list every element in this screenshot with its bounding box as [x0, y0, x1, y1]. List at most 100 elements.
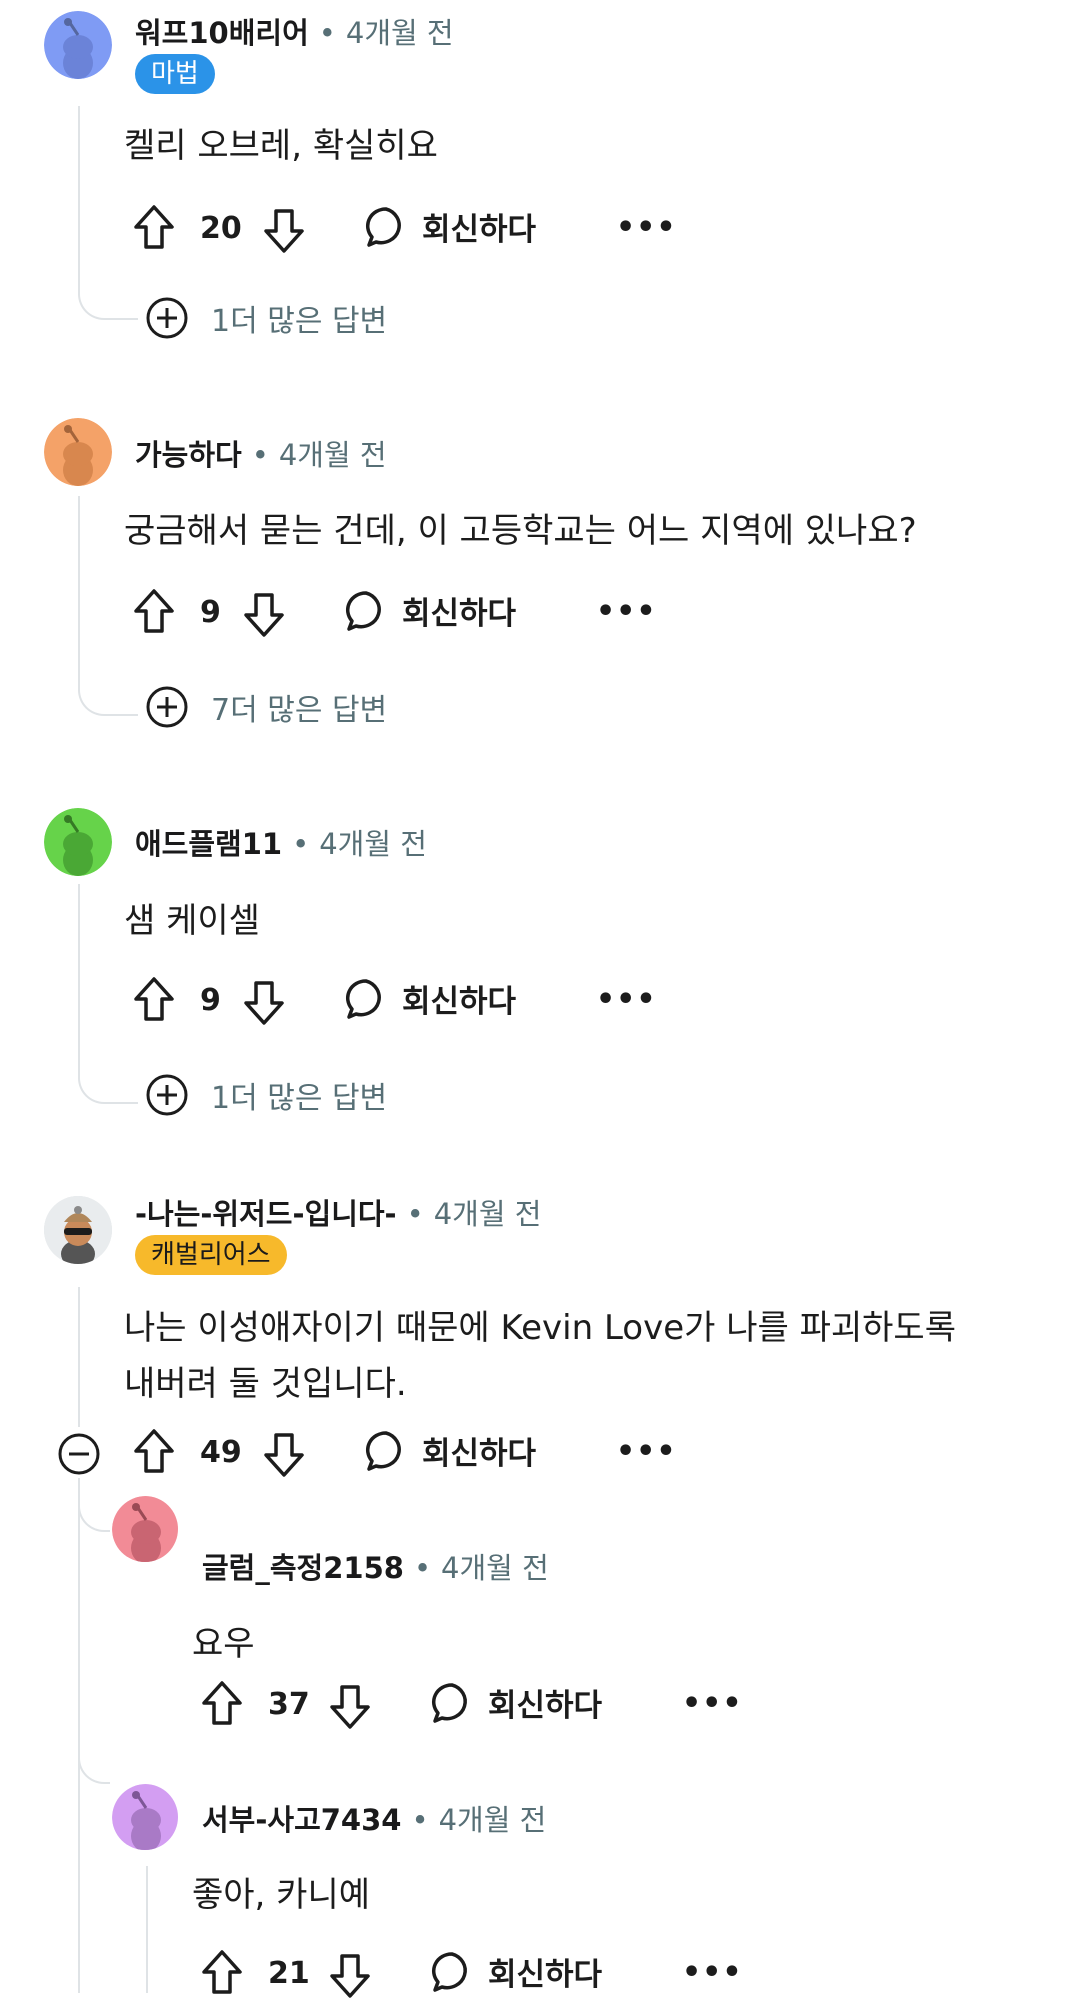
thread-line[interactable] — [78, 496, 80, 682]
comment-body: 샘 케이셀 — [124, 901, 260, 941]
downvote-button[interactable] — [262, 1432, 306, 1482]
more-replies-button[interactable]: 1더 많은 답변 — [145, 296, 387, 340]
plus-circle-icon — [146, 686, 188, 728]
upvote-button[interactable] — [200, 1680, 244, 1730]
reply-label: 회신하다 — [422, 212, 537, 248]
username[interactable]: 가능하다 — [135, 432, 242, 474]
arrow-up-icon — [134, 589, 174, 633]
separator-dot: • — [411, 1803, 429, 1837]
arrow-down-icon — [330, 1685, 370, 1729]
user-flair: 마법 — [135, 54, 215, 94]
timestamp: 4개월 전 — [433, 1197, 542, 1231]
downvote-button[interactable] — [328, 1953, 372, 2003]
avatar[interactable] — [44, 11, 112, 79]
vote-count: 21 — [268, 1956, 310, 1991]
downvote-button[interactable] — [262, 208, 306, 258]
avatar[interactable] — [44, 1196, 112, 1264]
upvote-button[interactable] — [132, 976, 176, 1026]
plus-circle-icon — [146, 1074, 188, 1116]
username[interactable]: 서부-사고7434 — [202, 1797, 401, 1839]
more-options-button[interactable]: ••• — [682, 1686, 743, 1721]
reply-label: 회신하다 — [402, 984, 517, 1020]
thread-line[interactable] — [78, 106, 80, 286]
more-options-button[interactable]: ••• — [616, 1434, 677, 1469]
thread-elbow — [78, 1068, 138, 1104]
thread-line[interactable] — [78, 884, 80, 1070]
avatar[interactable] — [112, 1496, 178, 1562]
reddit-avatar-icon — [112, 1496, 178, 1562]
speech-bubble-icon — [346, 978, 381, 1019]
downvote-button[interactable] — [242, 592, 286, 642]
comment-body-line: 나는 이성애자이기 때문에 Kevin Love가 나를 파괴하도록 — [124, 1308, 956, 1348]
upvote-button[interactable] — [200, 1949, 244, 1999]
more-options-button[interactable]: ••• — [596, 594, 657, 629]
separator-dot: • — [413, 1551, 432, 1585]
reply-button[interactable]: 회신하다 — [430, 1680, 602, 1725]
comment-body-line: 내버려 둘 것입니다. — [124, 1364, 407, 1404]
arrow-down-icon — [244, 981, 284, 1025]
reply-button[interactable]: 회신하다 — [344, 976, 516, 1021]
thread-line[interactable] — [78, 1287, 80, 1427]
avatar[interactable] — [44, 808, 112, 876]
comment-header: 애드플램11 • 4개월 전 — [135, 821, 427, 863]
vote-count: 49 — [200, 1435, 242, 1470]
upvote-button[interactable] — [132, 204, 176, 254]
thread-line[interactable] — [78, 1478, 80, 1993]
separator-dot: • — [318, 16, 336, 50]
comment-header: 글럼_측정2158 • 4개월 전 — [202, 1545, 549, 1587]
vote-count: 20 — [200, 211, 242, 246]
reply-button[interactable]: 회신하다 — [430, 1949, 602, 1994]
speech-bubble-icon — [366, 206, 401, 247]
speech-bubble-icon — [432, 1682, 467, 1723]
vote-count: 9 — [200, 983, 221, 1018]
upvote-button[interactable] — [132, 588, 176, 638]
downvote-button[interactable] — [242, 980, 286, 1030]
avatar[interactable] — [44, 418, 112, 486]
more-replies-button[interactable]: 7더 많은 답변 — [145, 685, 387, 729]
arrow-up-icon — [202, 1681, 242, 1725]
reply-button[interactable]: 회신하다 — [364, 1428, 536, 1473]
username[interactable]: 워프10배리어 — [135, 10, 309, 52]
reply-label: 회신하다 — [488, 1688, 603, 1724]
more-replies-button[interactable]: 1더 많은 답변 — [145, 1073, 387, 1117]
speech-bubble-icon — [432, 1951, 467, 1992]
username[interactable]: 애드플램11 — [135, 821, 282, 863]
more-options-button[interactable]: ••• — [682, 1955, 743, 1990]
comment-header: 워프10배리어 • 4개월 전 — [135, 10, 454, 52]
more-replies-label: 1더 많은 답변 — [211, 1081, 388, 1116]
comment-header: 가능하다 • 4개월 전 — [135, 432, 387, 474]
more-replies-label: 1더 많은 답변 — [211, 304, 388, 339]
collapse-thread-button[interactable] — [57, 1432, 101, 1480]
more-options-button[interactable]: ••• — [596, 982, 657, 1017]
comment-body: 궁금해서 묻는 건데, 이 고등학교는 어느 지역에 있나요? — [124, 511, 917, 551]
arrow-down-icon — [330, 1954, 370, 1998]
comment-body: 요우 — [192, 1624, 255, 1664]
separator-dot: • — [251, 438, 269, 472]
upvote-button[interactable] — [132, 1428, 176, 1478]
timestamp: 4개월 전 — [319, 827, 427, 861]
reply-label: 회신하다 — [402, 596, 517, 632]
vote-count: 9 — [200, 595, 221, 630]
username[interactable]: -나는-위저드-입니다- — [135, 1191, 397, 1233]
thread-line[interactable] — [146, 1866, 148, 1993]
downvote-button[interactable] — [328, 1684, 372, 1734]
wizard-avatar-icon — [44, 1196, 112, 1264]
reply-button[interactable]: 회신하다 — [364, 204, 536, 249]
more-options-button[interactable]: ••• — [616, 210, 677, 245]
reply-label: 회신하다 — [488, 1957, 603, 1993]
reply-button[interactable]: 회신하다 — [344, 588, 516, 633]
separator-dot: • — [406, 1197, 424, 1231]
comment-header: 서부-사고7434 • 4개월 전 — [202, 1797, 546, 1839]
comment-header: -나는-위저드-입니다- • 4개월 전 — [135, 1191, 541, 1233]
timestamp: 4개월 전 — [438, 1803, 547, 1837]
separator-dot: • — [292, 827, 310, 861]
thread-elbow — [78, 1500, 110, 1532]
avatar[interactable] — [112, 1784, 178, 1850]
vote-count: 37 — [268, 1687, 310, 1722]
reply-label: 회신하다 — [422, 1436, 537, 1472]
reddit-avatar-icon — [112, 1784, 178, 1850]
timestamp: 4개월 전 — [278, 438, 387, 472]
speech-bubble-icon — [346, 590, 381, 631]
arrow-up-icon — [134, 977, 174, 1021]
username[interactable]: 글럼_측정2158 — [202, 1545, 404, 1587]
